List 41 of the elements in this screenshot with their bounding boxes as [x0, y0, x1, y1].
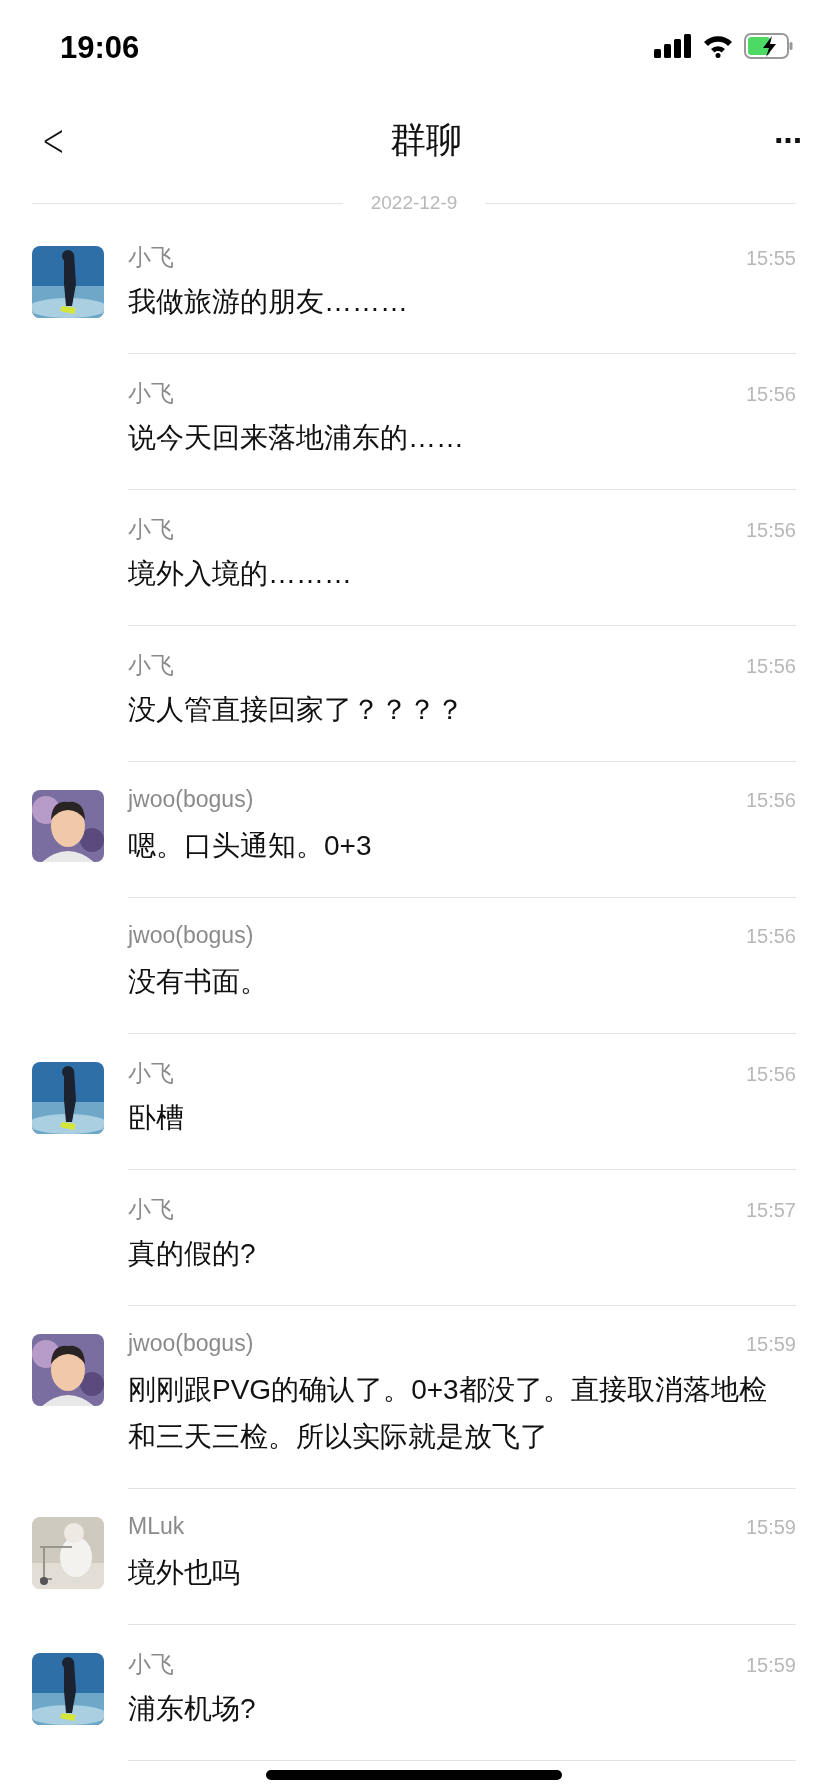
date-label: 2022-12-9	[370, 192, 458, 214]
back-button[interactable]: <	[38, 113, 69, 167]
sender-name: 小飞	[128, 243, 174, 272]
message-time: 15:56	[745, 789, 796, 812]
message-text: 刚刚跟PVG的确认了。0+3都没了。直接取消落地检和三天三检。所以实际就是放飞了	[128, 1373, 768, 1454]
sender-name: jwoo(bogus)	[128, 922, 254, 949]
message-text: 浦东机场?	[128, 1692, 257, 1726]
message-text: 嗯。口头通知。0+3	[128, 829, 373, 863]
message-time: 15:56	[745, 655, 796, 678]
message-time: 15:56	[745, 1063, 796, 1086]
message-text: 没有书面。	[128, 965, 269, 999]
sender-name: jwoo(bogus)	[128, 786, 254, 813]
battery-icon	[744, 33, 794, 59]
sender-name: 小飞	[128, 379, 174, 408]
more-button[interactable]: ···	[774, 120, 802, 160]
message-time: 15:56	[745, 383, 796, 406]
message-text: 真的假的?	[128, 1237, 257, 1271]
signal-icon	[654, 34, 692, 58]
message-time: 15:55	[745, 247, 796, 270]
sender-name: 小飞	[128, 515, 174, 544]
sender-name: 小飞	[128, 651, 174, 680]
wifi-icon	[702, 34, 734, 58]
message-time: 15:57	[745, 1199, 796, 1222]
sender-name: 小飞	[128, 1650, 174, 1679]
message-text: 境外入境的………	[128, 557, 353, 591]
sender-name: MLuk	[128, 1513, 185, 1540]
sender-name: jwoo(bogus)	[128, 1330, 254, 1357]
message-text: 卧槽	[128, 1101, 185, 1135]
message-text: 我做旅游的朋友………	[128, 285, 409, 319]
status-time: 19:06	[60, 30, 140, 66]
message-time: 15:59	[745, 1333, 796, 1356]
page-title: 群聊	[390, 117, 463, 162]
message-text: 说今天回来落地浦东的……	[128, 421, 465, 455]
message-text: 没人管直接回家了？？？？	[128, 693, 465, 727]
message-time: 15:56	[745, 519, 796, 542]
message-time: 15:56	[745, 925, 796, 948]
sender-name: 小飞	[128, 1195, 174, 1224]
message-time: 15:59	[745, 1654, 796, 1677]
sender-name: 小飞	[128, 1059, 174, 1088]
message-text: 境外也吗	[128, 1556, 241, 1590]
message-time: 15:59	[745, 1516, 796, 1539]
